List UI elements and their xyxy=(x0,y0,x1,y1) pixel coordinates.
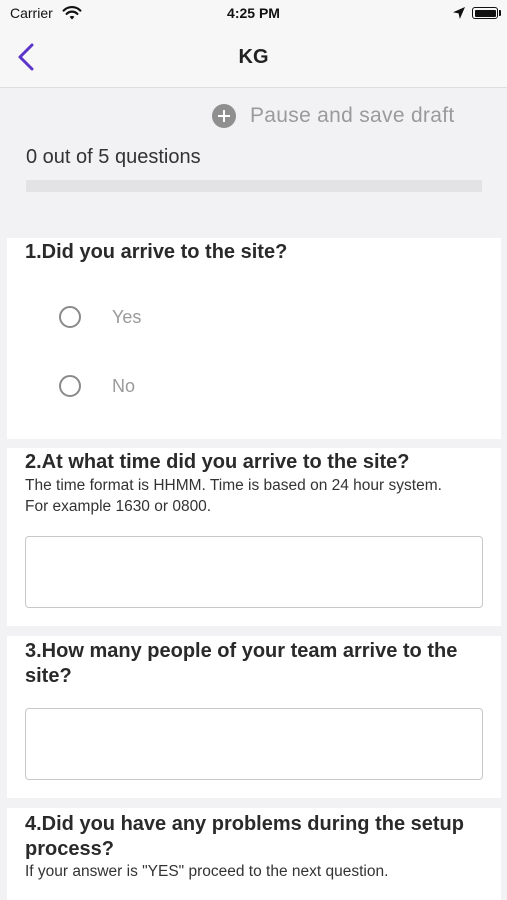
team-count-input[interactable] xyxy=(25,708,483,780)
question-card-1: 1.Did you arrive to the site? Yes No xyxy=(7,238,501,439)
status-bar: Carrier 4:25 PM xyxy=(0,0,507,28)
nav-bar: KG xyxy=(0,28,507,88)
location-arrow-icon xyxy=(453,7,465,19)
question-title: 1.Did you arrive to the site? xyxy=(25,241,288,263)
arrival-time-input[interactable] xyxy=(25,536,483,608)
nav-title: KG xyxy=(238,46,269,68)
question-help-text: The time format is HHMM. Time is based o… xyxy=(25,477,442,515)
progress-text: 0 out of 5 questions xyxy=(26,146,201,168)
question-card-3: 3.How many people of your team arrive to… xyxy=(7,636,501,798)
radio-button[interactable] xyxy=(59,306,81,328)
question-card-2: 2.At what time did you arrive to the sit… xyxy=(7,448,501,626)
progress-bar xyxy=(26,180,482,192)
pause-save-draft-button[interactable]: Pause and save draft xyxy=(212,103,454,129)
question-title: 4.Did you have any problems during the s… xyxy=(25,813,464,860)
battery-icon xyxy=(472,7,498,19)
question-card-4: 4.Did you have any problems during the s… xyxy=(7,808,501,900)
radio-option-no[interactable]: No xyxy=(59,371,135,401)
radio-option-yes[interactable]: Yes xyxy=(59,302,141,332)
question-title: 2.At what time did you arrive to the sit… xyxy=(25,451,410,473)
question-title: 3.How many people of your team arrive to… xyxy=(25,640,458,687)
pause-save-draft-label: Pause and save draft xyxy=(250,104,455,127)
radio-label: Yes xyxy=(112,306,142,327)
radio-label: No xyxy=(112,375,136,396)
question-help-text: If your answer is "YES" proceed to the n… xyxy=(25,863,389,880)
battery-nub xyxy=(499,10,501,16)
radio-button[interactable] xyxy=(59,375,81,397)
plus-circle-icon xyxy=(212,104,236,128)
status-time: 4:25 PM xyxy=(227,5,280,21)
